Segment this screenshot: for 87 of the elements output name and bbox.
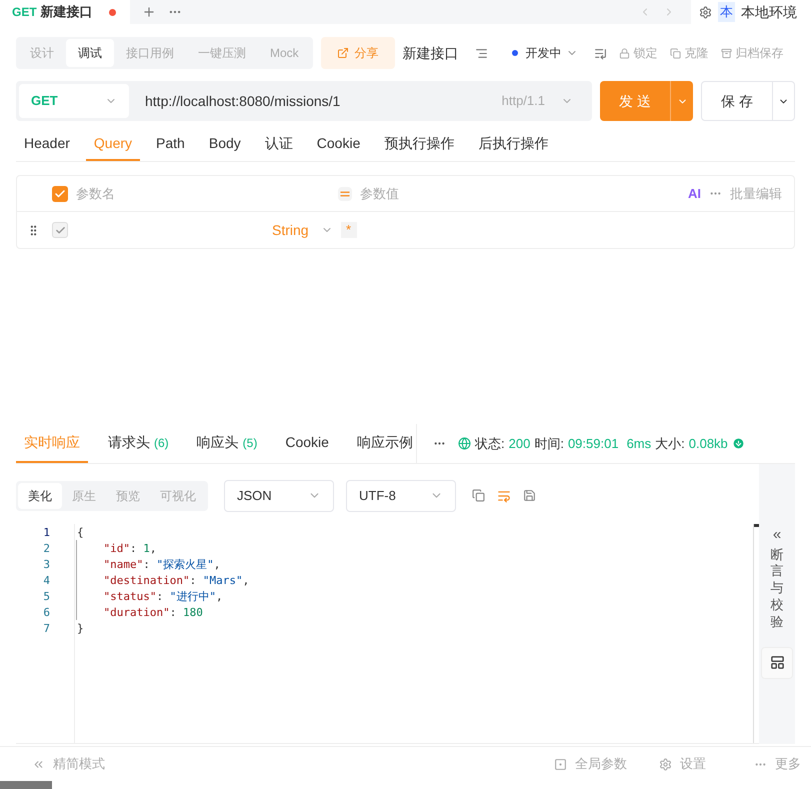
response-tab[interactable]: 请求头 (6) [100, 424, 177, 463]
compact-mode-link[interactable]: 精简模式 [53, 754, 105, 774]
env-name[interactable]: 本地环境 [741, 2, 797, 22]
request-tab[interactable]: 认证 [256, 127, 301, 161]
time-label: 时间: [534, 434, 564, 453]
duration-value: 6ms [626, 434, 652, 453]
batch-edit-link[interactable]: 批量编辑 [730, 184, 782, 204]
line-number: 4 [43, 573, 50, 589]
size-value: 0.08kb [688, 434, 728, 453]
method-select[interactable]: GET [19, 84, 129, 118]
save-icon[interactable] [523, 489, 536, 502]
select-all-checkbox[interactable] [52, 186, 68, 202]
settings-link[interactable]: 设置 [680, 754, 706, 774]
column-header: 参数名 [76, 184, 116, 203]
line-number: 3 [43, 557, 50, 573]
expand-chevron[interactable]: « [772, 524, 782, 546]
settings-icon[interactable] [699, 6, 712, 18]
row-checkbox[interactable] [52, 222, 68, 238]
line-number: 7 [43, 621, 50, 637]
globe-icon [458, 437, 471, 450]
line-number: 5 [43, 589, 50, 605]
format-tab[interactable]: 原生 [62, 482, 106, 508]
action-button[interactable]: 克隆 [670, 44, 709, 62]
code-line: "duration": 180 [102, 605, 204, 621]
assertion-label[interactable]: 断言与校验 [770, 546, 784, 631]
tab-title[interactable]: 新建接口 [40, 2, 93, 22]
response-tab[interactable]: 实时响应 [16, 424, 88, 463]
env-badge: 本 [718, 2, 735, 22]
archive-icon [720, 48, 732, 58]
size-label: 大小: [655, 434, 685, 453]
request-tab[interactable]: Query [86, 127, 140, 161]
code-line: { [77, 525, 85, 541]
action-button[interactable]: 锁定 [618, 44, 658, 62]
required-mark[interactable]: * [340, 222, 357, 238]
edit-icon[interactable] [474, 46, 488, 60]
code-line: } [77, 621, 85, 637]
request-tab[interactable]: Cookie [308, 127, 368, 161]
mode-tab[interactable]: 调试 [66, 39, 114, 67]
settings-icon [659, 758, 672, 770]
list-icon[interactable] [594, 46, 607, 60]
content-type-select[interactable]: JSON [224, 480, 334, 512]
layout-icon [770, 655, 784, 670]
status-code: 200 [508, 434, 530, 453]
api-name[interactable]: 新建接口 [402, 42, 459, 64]
response-tab[interactable]: 响应头 (5) [188, 424, 266, 463]
encoding-select[interactable]: UTF-8 [346, 480, 456, 512]
request-tab[interactable]: Path [148, 127, 193, 161]
code-line: "name": "探索火星", [102, 557, 222, 573]
time-value: 09:59:01 [568, 434, 619, 453]
type-select[interactable]: String [272, 220, 309, 240]
global-params-link[interactable]: 全局参数 [575, 754, 627, 774]
download-icon[interactable] [732, 437, 745, 450]
line-number: 2 [43, 541, 50, 557]
check-icon [54, 188, 66, 200]
wrap-icon[interactable] [497, 488, 511, 502]
clone-icon [670, 48, 681, 58]
response-tab[interactable]: 响应示例 [348, 424, 416, 463]
check-icon [54, 224, 66, 236]
status-label: 状态: [475, 434, 505, 453]
action-button[interactable]: 归档保存 [720, 44, 784, 62]
method-label: GET [12, 4, 37, 21]
line-number: 6 [43, 605, 50, 621]
lock-icon [618, 48, 630, 58]
share-button[interactable]: 分享 [320, 37, 395, 69]
status-label[interactable]: 开发中 [526, 44, 562, 62]
request-tab[interactable]: Body [200, 127, 249, 161]
request-tab[interactable]: 后执行操作 [470, 127, 556, 161]
ai-button[interactable]: AI [688, 184, 701, 204]
code-line: "destination": "Mars", [102, 573, 250, 589]
column-header: 参数值 [360, 184, 400, 203]
layout-button[interactable] [761, 646, 793, 679]
line-number: 1 [43, 525, 50, 541]
code-line: "id": 1, [102, 541, 158, 557]
mode-tab[interactable]: 一键压测 [186, 39, 258, 67]
copy-icon[interactable] [472, 489, 485, 502]
add-tab-icon[interactable] [142, 5, 156, 19]
send-button[interactable]: 发 送 [600, 81, 670, 121]
format-tab[interactable]: 美化 [18, 482, 62, 508]
url-field[interactable]: http://localhost:8080/missions/1 [145, 90, 502, 112]
request-tab[interactable]: Header [16, 127, 78, 161]
equals-icon [338, 186, 352, 200]
code-line: "status": "进行中", [102, 589, 224, 605]
request-tab[interactable]: 预执行操作 [376, 127, 462, 161]
more-link[interactable]: 更多 [775, 754, 801, 774]
response-tab[interactable]: Cookie [277, 424, 337, 463]
global-params-icon [554, 758, 567, 770]
share-icon [336, 47, 349, 59]
